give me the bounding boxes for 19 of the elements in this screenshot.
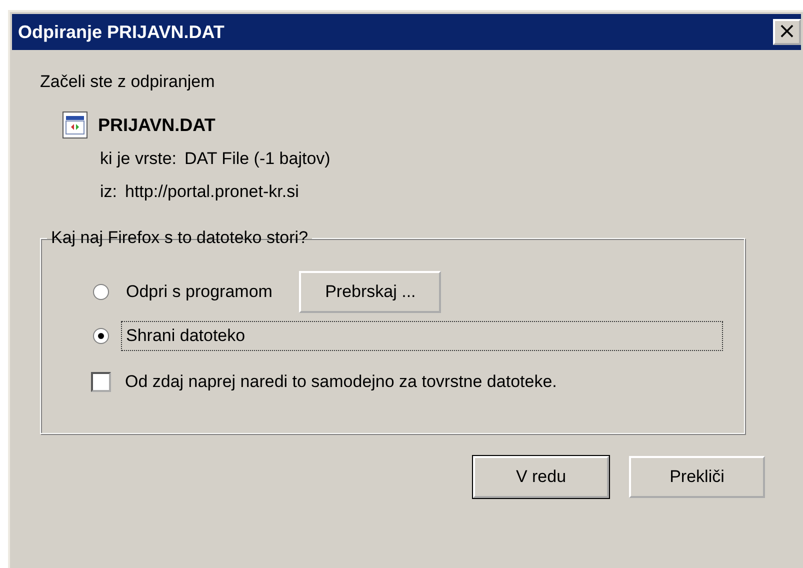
browse-button[interactable]: Prebrskaj ... [299,271,442,313]
type-value: DAT File (-1 bajtov) [184,148,330,168]
option-label[interactable]: Odpri s programom [121,277,278,307]
checkbox[interactable] [91,372,111,392]
cancel-button[interactable]: Prekliči [629,456,765,498]
source-url: http://portal.pronet-kr.si [125,182,299,202]
checkbox-label[interactable]: Od zdaj naprej naredi to samodejno za tovrstne datoteke. [125,372,557,392]
source-label: iz: [100,182,117,202]
file-name: PRIJAVN.DAT [98,114,216,136]
intro-text: Začeli ste z odpiranjem [40,72,216,93]
option-label[interactable]: Shrani datoteko [121,321,723,351]
radio-button[interactable] [93,284,109,300]
radio-button[interactable] [93,328,109,344]
close-button[interactable]: × [773,19,801,45]
file-icon [62,111,88,139]
type-label: ki je vrste: [100,148,177,168]
window-title: Odpiranje PRIJAVN.DAT [18,22,224,42]
group-legend: Kaj naj Firefox s to datoteko stori? [47,228,312,248]
ok-button[interactable]: V redu [473,456,609,498]
